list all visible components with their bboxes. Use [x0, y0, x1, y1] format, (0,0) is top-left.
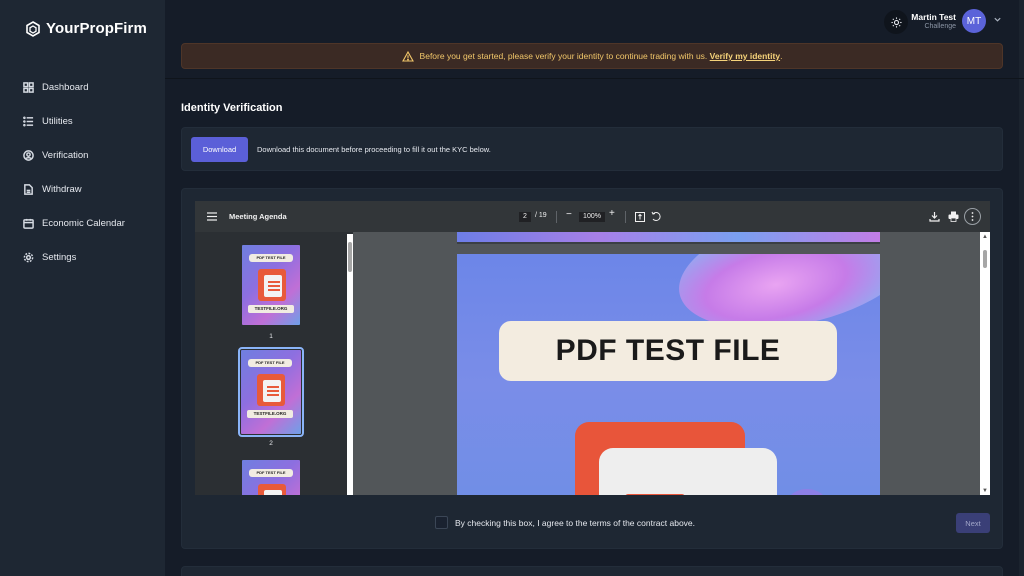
thumbnail-title: PDF TEST FILE — [249, 254, 293, 262]
thumbnail-site: TESTFILE.ORG — [248, 305, 294, 313]
next-button[interactable]: Next — [956, 513, 990, 533]
alert-message: Before you get started, please verify yo… — [419, 51, 708, 61]
sidebar-item-dashboard[interactable]: Dashboard — [0, 70, 165, 104]
pdf-file-illustration-stripe — [625, 494, 685, 495]
pdf-page-heading: PDF TEST FILE — [499, 321, 837, 381]
page-thumbnail-3[interactable]: PDF TEST FILE — [242, 460, 300, 495]
pdf-toolbar: Meeting Agenda 2 / 19 − 100% + — [195, 201, 990, 232]
download-instructions: Download this document before proceeding… — [257, 145, 491, 154]
thumbnail-title: PDF TEST FILE — [248, 359, 292, 367]
sidebar-item-settings[interactable]: Settings — [0, 240, 165, 274]
sidebar-item-economic-calendar[interactable]: Economic Calendar — [0, 206, 165, 240]
terms-agreement: By checking this box, I agree to the ter… — [435, 516, 695, 529]
pdf-page: PDF TEST FILE — [457, 254, 880, 495]
terms-checkbox[interactable] — [435, 516, 448, 529]
thumbnail-number: 2 — [269, 440, 273, 447]
decorative-shape — [787, 489, 827, 495]
thumbnail-number: 1 — [269, 333, 273, 340]
gear-icon — [23, 252, 34, 262]
previous-page-edge — [457, 232, 880, 244]
page-scrollbar-track[interactable] — [1019, 0, 1024, 576]
sidebar-nav: Dashboard Utilities Verification Withdra… — [0, 70, 165, 274]
pdf-file-illustration-front — [599, 448, 777, 495]
menu-icon[interactable] — [207, 212, 217, 221]
zoom-out-button[interactable]: − — [566, 209, 572, 220]
pdf-file-icon — [257, 374, 285, 406]
toolbar-divider — [556, 211, 557, 223]
page-title: Identity Verification — [181, 102, 283, 114]
terms-label[interactable]: By checking this box, I agree to the ter… — [455, 518, 695, 528]
download-card: Download Download this document before p… — [181, 127, 1003, 171]
sidebar-item-label: Settings — [42, 251, 77, 263]
sidebar-item-label: Dashboard — [42, 81, 89, 93]
thumbnail-site: TESTFILE.ORG — [247, 410, 293, 418]
page-count: / 19 — [535, 212, 547, 219]
pdf-page-view[interactable]: PDF TEST FILE — [353, 232, 980, 495]
page-number-input[interactable]: 2 — [519, 212, 531, 222]
sidebar-item-verification[interactable]: Verification — [0, 138, 165, 172]
user-name[interactable]: Martin Test — [900, 12, 956, 22]
chevron-down-icon[interactable] — [993, 15, 1002, 24]
sidebar-item-utilities[interactable]: Utilities — [0, 104, 165, 138]
grid-icon — [23, 81, 34, 93]
scroll-up-icon[interactable]: ▲ — [982, 234, 988, 240]
rotate-icon[interactable] — [651, 211, 661, 222]
user-circle-icon — [23, 149, 34, 161]
sidebar: YourPropFirm Dashboard Utilities Verific… — [0, 0, 165, 576]
download-icon[interactable] — [929, 211, 940, 222]
page-thumbnail-1[interactable]: PDF TEST FILE TESTFILE.ORG — [242, 245, 300, 325]
document-icon — [24, 183, 33, 195]
more-vertical-icon — [971, 212, 974, 221]
sidebar-item-withdraw[interactable]: Withdraw — [0, 172, 165, 206]
list-icon — [23, 116, 34, 126]
avatar[interactable]: MT — [962, 9, 986, 33]
pdf-file-icon — [258, 269, 286, 301]
verify-identity-alert: Before you get started, please verify yo… — [181, 43, 1003, 69]
scroll-down-icon[interactable]: ▼ — [982, 488, 988, 494]
zoom-in-button[interactable]: + — [609, 208, 615, 219]
warning-icon — [401, 50, 414, 62]
zoom-level-input[interactable]: 100% — [579, 212, 605, 222]
sidebar-item-label: Verification — [42, 149, 89, 161]
alert-suffix: . — [780, 51, 783, 61]
more-options-button[interactable] — [964, 208, 981, 225]
print-icon[interactable] — [948, 211, 959, 222]
download-button[interactable]: Download — [191, 137, 248, 162]
calendar-icon — [23, 218, 34, 229]
thumbnail-title: PDF TEST FILE — [249, 469, 293, 477]
fit-page-icon[interactable] — [635, 212, 645, 222]
page-scrollbar[interactable]: ▲ ▼ — [980, 232, 990, 495]
hexagon-logo-icon — [26, 20, 40, 37]
page-thumbnail-2[interactable]: PDF TEST FILE TESTFILE.ORG — [238, 347, 304, 437]
toolbar-divider — [625, 211, 626, 223]
pdf-file-icon — [258, 484, 286, 495]
pdf-title: Meeting Agenda — [229, 212, 287, 221]
pdf-viewer[interactable]: Meeting Agenda 2 / 19 − 100% + PDF TEST … — [195, 201, 990, 495]
user-role: Challenge — [924, 23, 956, 30]
sidebar-item-label: Utilities — [42, 115, 73, 127]
sidebar-item-label: Withdraw — [42, 183, 82, 195]
verify-identity-link[interactable]: Verify my identity — [710, 51, 780, 61]
sidebar-item-label: Economic Calendar — [42, 217, 125, 229]
header-divider — [165, 78, 1024, 79]
brand-name: YourPropFirm — [46, 20, 147, 37]
thumbnail-sidebar: PDF TEST FILE TESTFILE.ORG 1 PDF TEST FI… — [195, 232, 345, 495]
next-section-card — [181, 566, 1003, 576]
brand-logo[interactable]: YourPropFirm — [26, 20, 147, 37]
